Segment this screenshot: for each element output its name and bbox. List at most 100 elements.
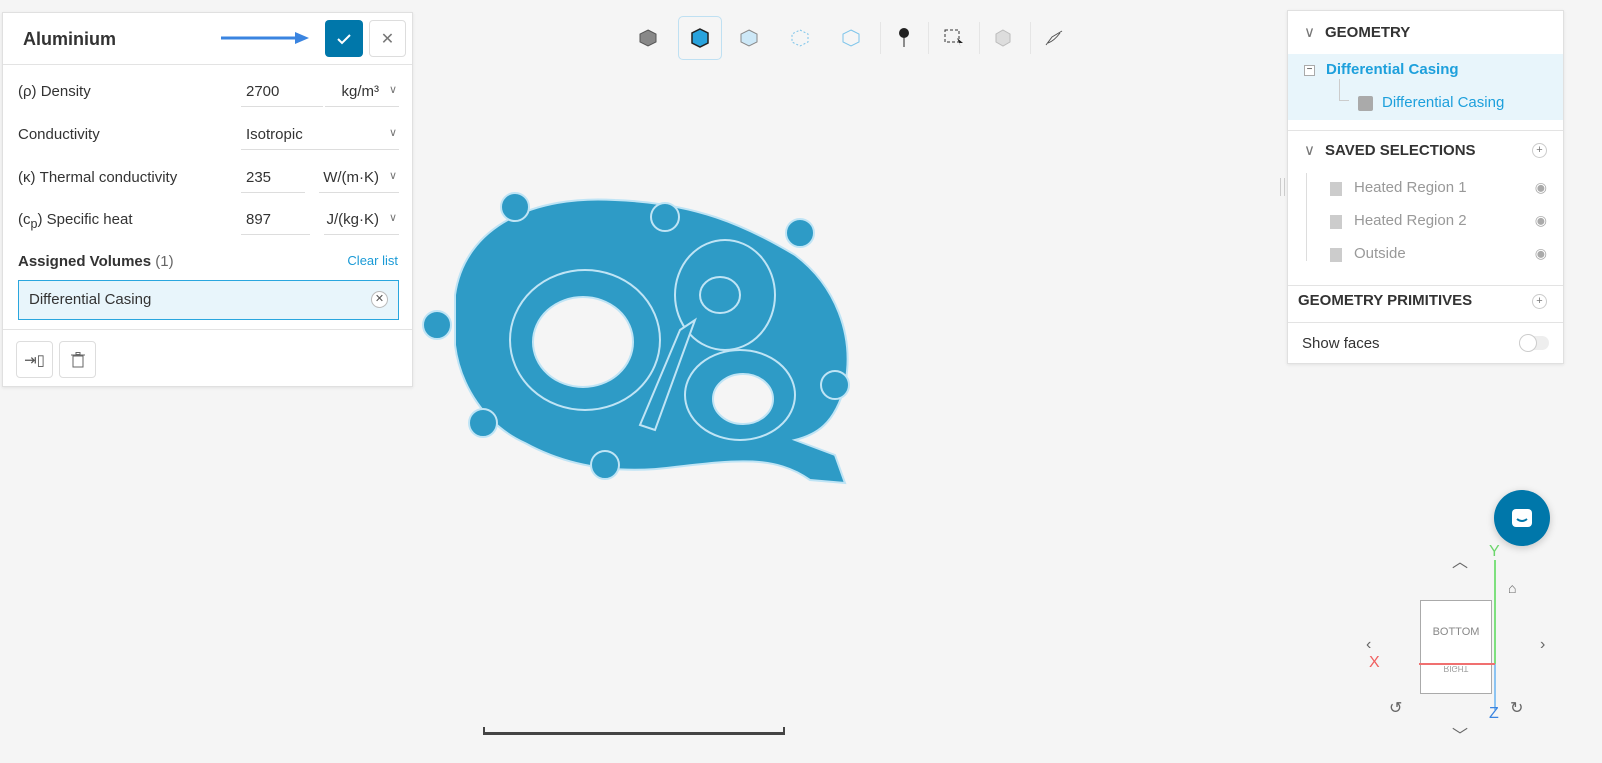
tree-line [1339,79,1349,101]
density-unit: kg/m³ [341,83,380,100]
scale-bar-tick [783,727,785,733]
collapse-icon[interactable]: − [1304,65,1315,76]
hide-button[interactable] [981,16,1025,60]
model-viewport[interactable] [415,185,865,495]
geometry-item[interactable]: Differential Casing [1326,61,1601,78]
divider [1288,285,1563,286]
solid-cube-icon [639,29,657,47]
point-probe-button[interactable] [882,16,926,60]
specific-heat-unit-select[interactable]: J/(kg·K) ∨ [324,205,399,235]
scale-bar [483,732,785,735]
rotate-up-icon[interactable]: ︿ [1452,548,1468,572]
solid-view-button[interactable] [626,16,670,60]
rotate-down-icon[interactable]: ﹀ [1452,722,1468,746]
thermal-conductivity-label: (κ) Thermal conductivity [18,169,178,186]
cube-face-bottom[interactable]: BOTTOM [1421,601,1491,664]
material-title: Aluminium [23,29,116,49]
scale-bar-tick [483,727,485,733]
box-select-icon [944,29,963,47]
cube-edges-icon [691,28,709,48]
saved-selections-heading: SAVED SELECTIONS [1324,142,1476,159]
conductivity-label: Conductivity [18,126,100,143]
selection-label: Outside [1354,245,1406,262]
thermal-conductivity-input[interactable]: 235 [241,163,305,193]
home-icon[interactable]: ⌂ [1508,580,1516,596]
solid-icon [1358,96,1373,111]
import-button[interactable]: ⇥▯ [16,341,53,378]
section-tool-button[interactable] [1032,16,1076,60]
specific-heat-label-pre: (c [18,211,31,228]
close-icon: ✕ [380,30,395,48]
outline-cube-icon [842,29,860,47]
specific-heat-label: (cp) Specific heat [18,211,133,231]
assigned-volume-name: Differential Casing [29,291,152,308]
specific-heat-input[interactable]: 897 [241,205,310,235]
geometry-section-header[interactable]: ∨ GEOMETRY [1288,23,1563,41]
add-primitive-button[interactable]: + [1532,294,1547,309]
specific-heat-unit: J/(kg·K) [326,211,380,228]
assigned-volumes-heading: Assigned Volumes (1) [18,253,174,270]
check-icon [337,33,351,44]
selection-icon [1330,215,1342,229]
box-select-button[interactable] [932,16,976,60]
y-axis-label: Y [1489,543,1500,560]
tree-line [1306,173,1307,261]
chevron-down-icon: ∨ [388,170,397,182]
show-faces-toggle[interactable] [1519,334,1549,352]
outline-view-button[interactable] [829,16,873,60]
selection-label: Heated Region 2 [1354,212,1467,229]
chevron-down-icon: ∨ [388,84,397,96]
geometry-child-item[interactable]: Differential Casing [1382,94,1504,111]
divider [880,22,881,54]
eye-icon[interactable]: ◉ [1535,245,1547,262]
eye-icon[interactable]: ◉ [1535,179,1547,196]
divider [979,22,980,54]
delete-button[interactable] [59,341,96,378]
wireframe-view-button[interactable] [778,16,822,60]
z-axis-line [1494,664,1496,710]
rotate-left-icon[interactable]: ‹ [1366,636,1371,654]
trash-icon [70,351,85,367]
solid-edges-view-button[interactable] [678,16,722,60]
chevron-down-icon: ∨ [1304,142,1315,159]
specific-heat-label-post: ) Specific heat [37,211,133,228]
divider [928,22,929,54]
rotate-right-icon[interactable]: › [1540,636,1545,654]
selection-icon [1330,182,1342,196]
cube-face-right[interactable]: RIGHT [1421,664,1491,679]
clear-list-link[interactable]: Clear list [347,253,398,268]
x-axis-line [1419,663,1495,665]
chat-button[interactable] [1494,490,1550,546]
rotate-cw-icon[interactable]: ↻ [1510,698,1523,718]
conductivity-value: Isotropic [246,126,303,143]
assigned-volumes-label: Assigned Volumes [18,253,152,270]
panel-header: Aluminium ✕ [3,13,412,65]
divider [3,329,412,330]
confirm-button[interactable] [325,20,363,57]
material-panel: Aluminium ✕ (ρ) Density 2700 kg/m³ ∨ Cond… [2,12,413,387]
show-faces-label: Show faces [1302,335,1380,352]
assigned-volume-item[interactable]: Differential Casing ✕ [18,280,399,320]
eye-icon[interactable]: ◉ [1535,212,1547,229]
geometry-heading: GEOMETRY [1324,24,1411,41]
arrow-annotation-icon [221,32,309,44]
thermal-unit: W/(m·K) [323,169,379,186]
wireframe-cube-icon [791,29,809,47]
add-selection-button[interactable]: + [1532,143,1547,158]
panel-resize-handle[interactable] [1280,178,1285,196]
toggle-knob [1519,334,1537,352]
saved-selections-header[interactable]: ∨ SAVED SELECTIONS [1288,141,1563,159]
density-input[interactable]: 2700 [241,77,323,107]
thermal-unit-select[interactable]: W/(m·K) ∨ [319,163,399,193]
selection-label: Heated Region 1 [1354,179,1467,196]
density-unit-select[interactable]: kg/m³ ∨ [325,77,399,107]
remove-icon[interactable]: ✕ [371,291,388,308]
conductivity-select[interactable]: Isotropic ∨ [241,120,399,150]
transparent-view-button[interactable] [727,16,771,60]
view-cube[interactable]: BOTTOM RIGHT [1420,600,1492,694]
divider [1288,130,1563,131]
rotate-ccw-icon[interactable]: ↺ [1389,698,1402,718]
close-button[interactable]: ✕ [369,20,406,57]
chat-icon [1512,509,1532,527]
differential-casing-model[interactable] [422,192,850,485]
